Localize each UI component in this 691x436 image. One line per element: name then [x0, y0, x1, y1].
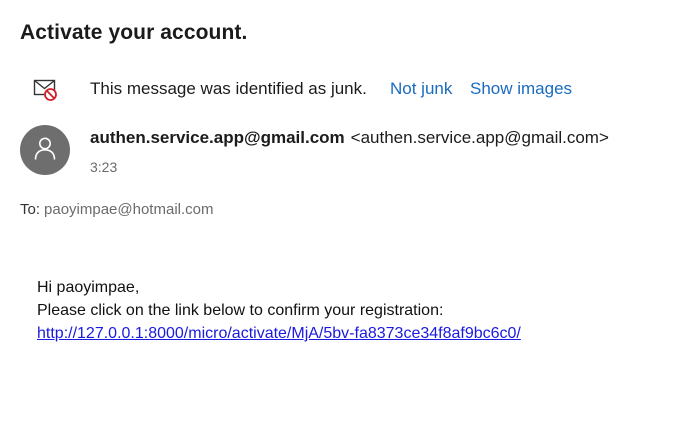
body-greeting: Hi paoyimpae, — [37, 279, 140, 296]
activation-link[interactable]: http://127.0.0.1:8000/micro/activate/MjA… — [37, 325, 521, 342]
not-junk-link[interactable]: Not junk — [390, 79, 452, 99]
to-label: To: — [20, 201, 41, 218]
sender-address: <authen.service.app@gmail.com> — [350, 128, 609, 147]
message-body: Hi paoyimpae, Please click on the link b… — [37, 276, 521, 345]
show-images-link[interactable]: Show images — [470, 79, 572, 99]
junk-banner: This message was identified as junk. Not… — [33, 76, 572, 102]
person-icon — [32, 135, 58, 166]
recipient-line: To: paoyimpae@hotmail.com — [20, 201, 213, 218]
recipient-address[interactable]: paoyimpae@hotmail.com — [44, 201, 213, 218]
avatar[interactable] — [20, 125, 70, 175]
sender-name[interactable]: authen.service.app@gmail.com — [90, 128, 345, 147]
message-subject: Activate your account. — [20, 21, 248, 44]
junk-notice-text: This message was identified as junk. — [90, 79, 367, 98]
sender-line: authen.service.app@gmail.com <authen.serv… — [90, 128, 609, 148]
body-instruction: Please click on the link below to confir… — [37, 302, 444, 319]
junk-mail-icon — [33, 76, 59, 102]
message-time: 3:23 — [90, 159, 118, 175]
